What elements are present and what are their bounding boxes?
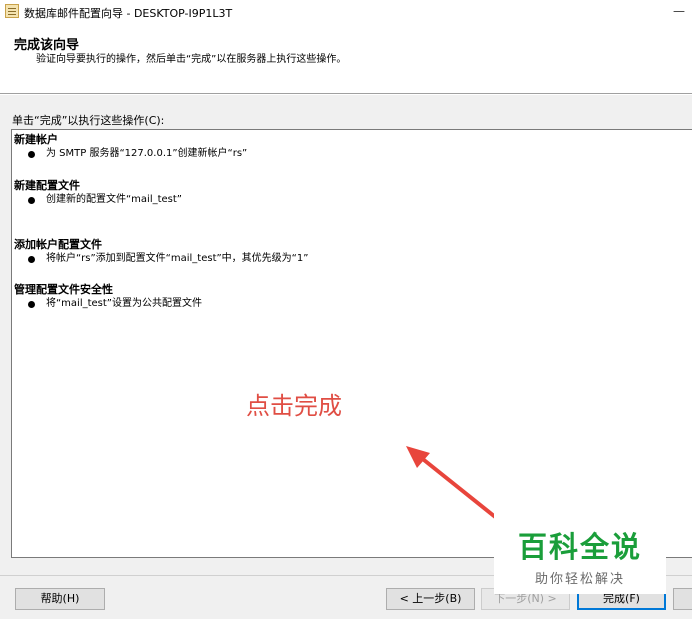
- action-item: 创建新的配置文件“mail_test”: [14, 193, 182, 207]
- action-group-title: 新建帐户: [14, 133, 58, 146]
- back-button[interactable]: < 上一步(B): [386, 588, 475, 610]
- page-subtitle: 验证向导要执行的操作，然后单击“完成”以在服务器上执行这些操作。: [36, 54, 347, 65]
- actions-list[interactable]: 新建帐户 为 SMTP 服务器“127.0.0.1”创建新帐户“rs” 新建配置…: [11, 129, 692, 558]
- bullet-icon: [28, 197, 35, 204]
- action-item: 将帐户“rs”添加到配置文件“mail_test”中，其优先级为“1”: [14, 252, 308, 266]
- action-group: 新建配置文件 创建新的配置文件“mail_test”: [14, 179, 182, 207]
- window-title: 数据库邮件配置向导 - DESKTOP-I9P1L3T: [24, 7, 233, 20]
- minimize-button[interactable]: —: [666, 0, 692, 24]
- action-group: 管理配置文件安全性 将“mail_test”设置为公共配置文件: [14, 283, 202, 311]
- action-group-title: 新建配置文件: [14, 179, 80, 192]
- action-item: 将“mail_test”设置为公共配置文件: [14, 297, 202, 311]
- action-item-text: 为 SMTP 服务器“127.0.0.1”创建新帐户“rs”: [46, 148, 248, 159]
- wizard-header: 完成该向导 验证向导要执行的操作，然后单击“完成”以在服务器上执行这些操作。: [0, 24, 692, 94]
- action-group-title: 添加帐户配置文件: [14, 238, 102, 251]
- action-group: 添加帐户配置文件 将帐户“rs”添加到配置文件“mail_test”中，其优先级…: [14, 238, 308, 266]
- database-mail-app-icon: [5, 4, 19, 18]
- action-item: 为 SMTP 服务器“127.0.0.1”创建新帐户“rs”: [14, 147, 247, 161]
- action-item-text: 将帐户“rs”添加到配置文件“mail_test”中，其优先级为“1”: [46, 253, 309, 264]
- action-item-text: 将“mail_test”设置为公共配置文件: [46, 298, 202, 309]
- action-group-title: 管理配置文件安全性: [14, 283, 113, 296]
- watermark-logo: 百科全说 助你轻松解决: [494, 510, 666, 594]
- wizard-body: 单击“完成”以执行这些操作(C): 新建帐户 为 SMTP 服务器“127.0.…: [0, 95, 692, 575]
- watermark-main-text: 百科全说: [517, 530, 642, 564]
- bullet-icon: [28, 301, 35, 308]
- bullet-icon: [28, 256, 35, 263]
- watermark-sub-text: 助你轻松解决: [534, 572, 625, 587]
- action-group: 新建帐户 为 SMTP 服务器“127.0.0.1”创建新帐户“rs”: [14, 133, 247, 161]
- cancel-button[interactable]: [673, 588, 692, 610]
- title-bar: 数据库邮件配置向导 - DESKTOP-I9P1L3T —: [0, 0, 692, 24]
- action-item-text: 创建新的配置文件“mail_test”: [46, 194, 182, 205]
- bullet-icon: [28, 151, 35, 158]
- actions-list-caption: 单击“完成”以执行这些操作(C):: [12, 114, 165, 127]
- click-finish-annotation: 点击完成: [246, 392, 342, 420]
- help-button[interactable]: 帮助(H): [15, 588, 105, 610]
